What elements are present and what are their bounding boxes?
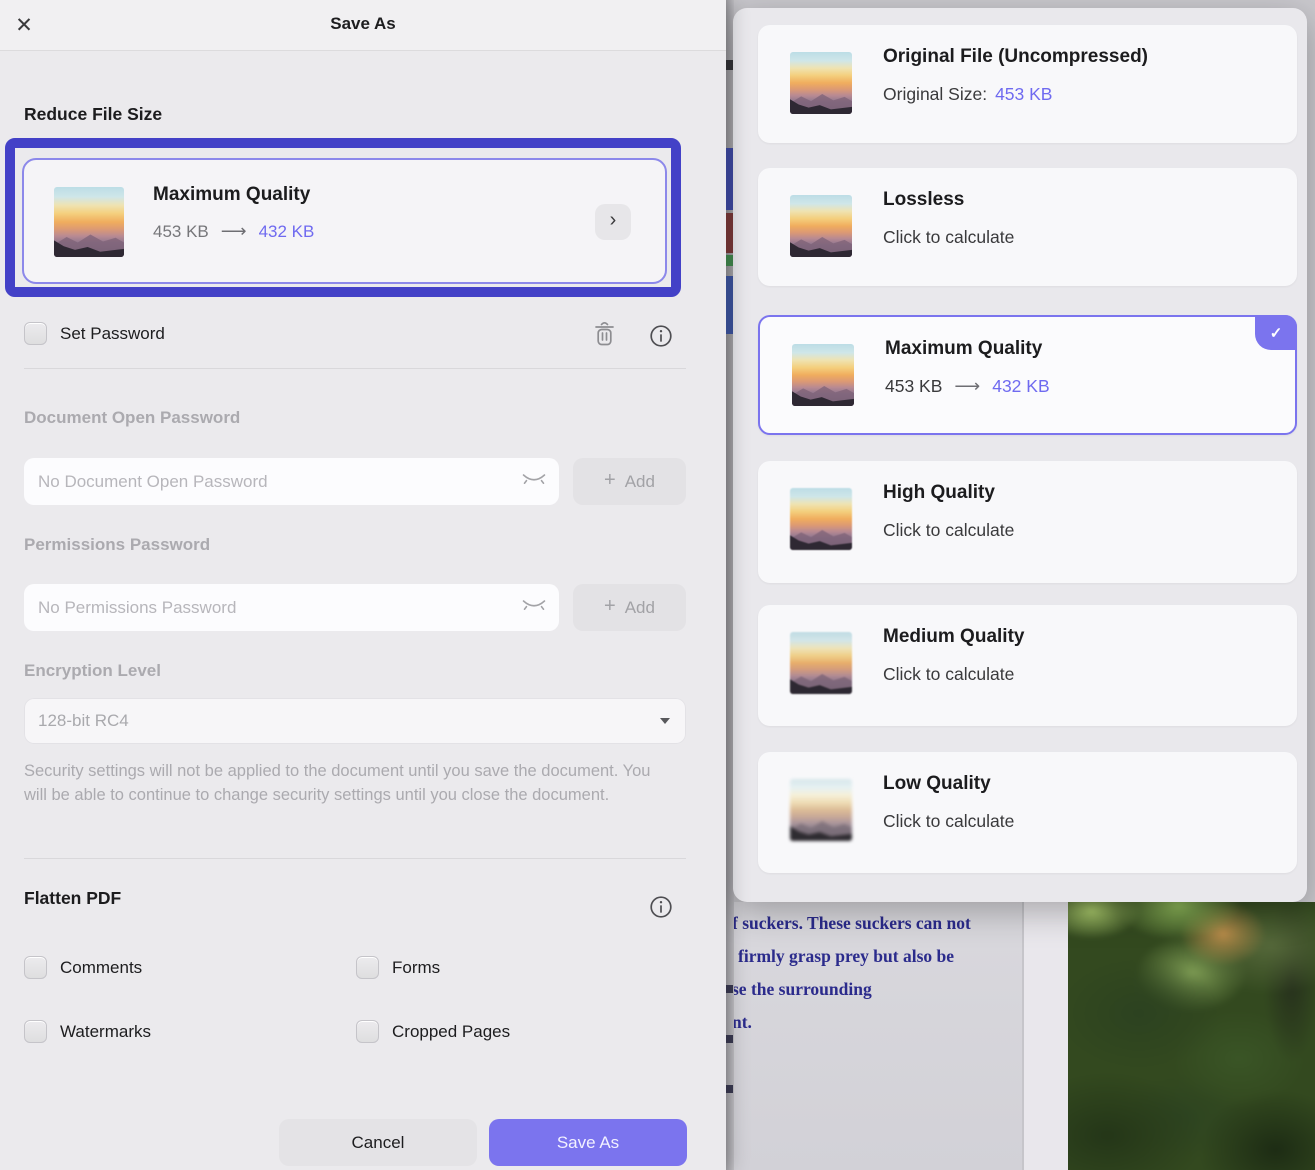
plus-icon: + [604,469,616,491]
reduce-file-size-heading: Reduce File Size [24,104,163,124]
info-icon[interactable] [649,895,673,924]
reduce-quality-card[interactable]: Maximum Quality 453 KB ⟶ 432 KB › [22,158,667,284]
quality-option-maximum[interactable]: Maximum Quality 453 KB ⟶ 432 KB ✓ [758,315,1297,435]
quality-option-subtitle: 453 KB ⟶ 432 KB [885,376,1050,396]
cancel-button[interactable]: Cancel [279,1119,477,1166]
comments-label: Comments [60,957,143,977]
quality-option-medium[interactable]: Medium Quality Click to calculate [758,605,1297,726]
watermarks-label: Watermarks [60,1021,151,1041]
quality-option-lossless[interactable]: Lossless Click to calculate [758,168,1297,286]
plus-icon: + [604,595,616,617]
quality-thumbnail [790,779,852,841]
quality-option-subtitle: Click to calculate [883,811,1015,831]
quality-option-title: Original File (Uncompressed) [883,46,1148,67]
chevron-right-icon[interactable]: › [595,204,631,240]
quality-thumbnail [790,632,852,694]
add-document-password-button[interactable]: + Add [573,458,686,505]
flatten-pdf-heading: Flatten PDF [24,888,122,908]
watermarks-checkbox[interactable] [24,1020,47,1043]
app-window: f suckers. These suckers can not firmly … [0,0,1315,1170]
quality-option-title: High Quality [883,482,995,503]
forms-checkbox[interactable] [356,956,379,979]
forms-label: Forms [392,957,441,977]
background-page-edge [1022,902,1068,1170]
quality-option-title: Lossless [883,189,965,210]
comments-checkbox[interactable] [24,956,47,979]
quality-thumbnail [790,52,852,114]
background-trees-photo [1068,902,1315,1170]
encryption-level-select[interactable]: 128-bit RC4 [24,698,686,744]
quality-option-original[interactable]: Original File (Uncompressed) Original Si… [758,25,1297,143]
quality-thumbnail [54,187,124,257]
quality-option-title: Medium Quality [883,626,1025,647]
caret-down-icon [660,718,670,724]
quality-popup: Original File (Uncompressed) Original Si… [733,8,1307,902]
quality-option-title: Maximum Quality [885,338,1043,359]
dialog-header: ✕ Save As [0,0,726,51]
background-doc-text: se the surrounding [732,979,872,999]
background-doc-text: firmly grasp prey but also be [738,946,954,966]
permissions-password-input[interactable] [24,584,559,631]
selected-checkmark-badge: ✓ [1255,315,1297,350]
divider [24,368,686,369]
quality-option-subtitle: Original Size: 453 KB [883,84,1053,104]
document-open-password-label: Document Open Password [24,408,241,427]
arrow-right-icon: ⟶ [220,221,247,241]
background-doc-text: f suckers. These suckers can not [732,913,971,933]
add-permissions-password-button[interactable]: + Add [573,584,686,631]
security-note: Security settings will not be applied to… [24,762,651,804]
divider [24,858,686,859]
quality-thumbnail [792,344,854,406]
quality-option-high[interactable]: High Quality Click to calculate [758,461,1297,583]
quality-thumbnail [790,488,852,550]
background-pdf-page: f suckers. These suckers can not firmly … [726,902,1022,1170]
reduce-card-title: Maximum Quality [153,184,311,205]
info-icon[interactable] [649,324,673,353]
document-open-password-input[interactable] [24,458,559,505]
quality-option-subtitle: Click to calculate [883,520,1015,540]
quality-option-title: Low Quality [883,773,991,794]
cropped-pages-label: Cropped Pages [392,1021,511,1041]
set-password-checkbox[interactable] [24,322,47,345]
quality-option-subtitle: Click to calculate [883,664,1015,684]
set-password-label: Set Password [60,323,165,343]
quality-option-subtitle: Click to calculate [883,227,1015,247]
encryption-level-label: Encryption Level [24,661,161,680]
eye-closed-icon[interactable] [520,472,550,492]
permissions-password-label: Permissions Password [24,535,211,554]
cropped-pages-checkbox[interactable] [356,1020,379,1043]
reduce-card-sizes: 453 KB ⟶ 432 KB [153,221,315,241]
trash-icon[interactable] [592,320,617,354]
dialog-title: Save As [330,14,396,33]
save-as-dialog: ✕ Save As Reduce File Size Maximum Quali… [0,0,726,1170]
eye-closed-icon[interactable] [520,598,550,618]
quality-thumbnail [790,195,852,257]
background-doc-text: nt. [732,1012,752,1032]
quality-option-low[interactable]: Low Quality Click to calculate [758,752,1297,873]
save-as-button[interactable]: Save As [489,1119,687,1166]
